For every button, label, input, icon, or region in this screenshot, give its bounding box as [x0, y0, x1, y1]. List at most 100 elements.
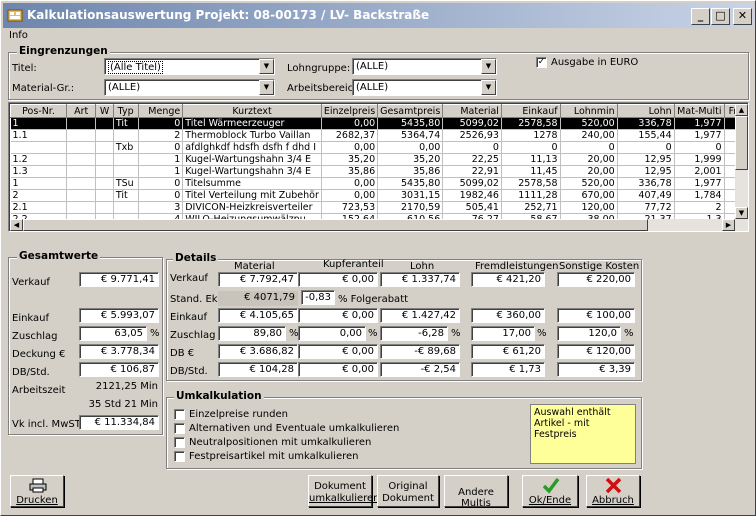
column-header[interactable]: W [95, 104, 114, 118]
table-row[interactable]: 1 TSu 0 Titelsumme 0,00 5435,80 5099,02 2578,58… [10, 177, 748, 190]
details-db-sonstige: € 120,00 [557, 344, 635, 359]
positions-table[interactable]: Pos-Nr. Art W Typ Menge Kurztext Einzelpreis Ge… [8, 102, 749, 232]
lohngruppe-label: Lohngruppe: [287, 63, 351, 74]
material-select[interactable]: (ALLE) ▼ [104, 79, 275, 96]
table-cell: Kugel-Wartungshahn 3/4 E [182, 165, 322, 178]
andere-label: Andere Multis [458, 487, 494, 509]
original-dokument-button[interactable]: Original Dokument [377, 475, 439, 507]
table-cell [66, 141, 97, 154]
close-button[interactable]: ✕ [733, 8, 752, 25]
table-cell: 0 [501, 141, 561, 154]
umkalk-group-label: Umkalkulation [174, 390, 264, 402]
table-row[interactable]: 2.1 3 DIVICON-Heizkreisverteiler 723,53 2170… [10, 201, 748, 214]
main-window: Kalkulationsauswertung Projekt: 08-00173… [0, 0, 756, 516]
einzelpreise-runden-label: Einzelpreise runden [189, 409, 288, 420]
column-header[interactable]: Typ [112, 104, 139, 118]
gesamt-dbstd-value: € 106,87 [79, 362, 159, 377]
table-cell: 2578,58 [501, 117, 561, 130]
table-cell: afdlghkdf hdsfh dsfh f dhd I [182, 141, 322, 154]
table-row[interactable]: 2 Tit 0 Titel Verteilung mit Zubehör 0,00 303… [10, 189, 748, 202]
table-row[interactable]: 1.3 1 Kugel-Wartungshahn 3/4 E 35,86 35,86 22… [10, 165, 748, 178]
column-header[interactable]: Gesamtpreis [377, 104, 444, 118]
chevron-down-icon[interactable]: ▼ [481, 80, 496, 95]
ok-label: Ok/Ende [528, 495, 572, 506]
table-cell: 12,95 [617, 165, 675, 178]
table-cell [66, 201, 97, 214]
table-cell: 3 [138, 201, 184, 214]
alternativen-checkbox[interactable] [174, 423, 185, 434]
minimize-button[interactable]: _ [691, 8, 710, 25]
details-row-stand-ek: Stand. Ek [170, 294, 218, 305]
chevron-down-icon[interactable]: ▼ [259, 59, 274, 74]
table-cell: 120,00 [560, 201, 618, 214]
details-row-zuschlag: Zuschlag [170, 330, 216, 341]
table-row[interactable]: 1.1 2 Thermoblock Turbo Vaillan 2682,37 5364… [10, 129, 748, 142]
drucken-button[interactable]: Drucken [10, 475, 64, 507]
arbeitsbereich-select[interactable]: (ALLE) ▼ [352, 79, 497, 96]
table-cell: 35,86 [321, 165, 379, 178]
chevron-down-icon[interactable]: ▼ [259, 80, 274, 95]
column-header[interactable]: Material [442, 104, 502, 118]
scroll-left-icon[interactable]: ◀ [10, 219, 23, 231]
details-verkauf-fremd: € 421,20 [471, 272, 545, 287]
table-cell: 723,53 [321, 201, 379, 214]
column-header[interactable]: Art [66, 104, 97, 118]
ok-ende-button[interactable]: Ok/Ende [522, 475, 578, 507]
details-verkauf-material: € 7.792,47 [218, 272, 298, 287]
maximize-button[interactable]: □ [711, 8, 730, 25]
einzelpreise-runden-checkbox[interactable] [174, 409, 185, 420]
details-zuschlag-kupfer: 0,00 [298, 326, 366, 341]
abbruch-button[interactable]: Abbruch [586, 475, 640, 507]
column-header[interactable]: Pos-Nr. [9, 104, 68, 118]
table-cell [10, 141, 68, 154]
table-cell: 0 [138, 189, 184, 202]
table-cell: 0,00 [321, 141, 379, 154]
table-cell: 1.1 [10, 129, 68, 142]
dokument-umkalkulieren-button[interactable]: Dokument umkalkulieren [308, 475, 380, 507]
details-folgerabatt-value[interactable]: -0,83 [301, 290, 335, 305]
vertical-scrollbar[interactable]: ▲ ▼ [735, 104, 748, 231]
column-header[interactable]: Kurztext [182, 104, 322, 118]
lohngruppe-select[interactable]: (ALLE) ▼ [352, 58, 497, 75]
table-row[interactable]: 1 Tit 0 Titel Wärmeerzeuger 0,00 5435,80 5099,… [10, 117, 748, 130]
column-header[interactable]: Einkauf [500, 104, 561, 118]
column-header[interactable]: Einzelpreis [320, 104, 379, 118]
euro-checkbox[interactable]: ✓ [536, 57, 547, 68]
table-cell: 11,13 [501, 153, 561, 166]
scroll-up-icon[interactable]: ▲ [735, 104, 748, 116]
table-cell: 1,784 [674, 189, 725, 202]
details-zuschlag-lohn: -6,28 [380, 326, 448, 341]
table-row[interactable]: 1.2 1 Kugel-Wartungshahn 3/4 E 35,20 35,20 22… [10, 153, 748, 166]
festpreisartikel-checkbox[interactable] [174, 451, 185, 462]
printer-icon [29, 478, 47, 493]
horizontal-scrollbar[interactable]: ◀ ▶ [10, 219, 735, 231]
details-row-verkauf: Verkauf [170, 273, 208, 284]
scroll-down-icon[interactable]: ▼ [735, 207, 748, 219]
scroll-right-icon[interactable]: ▶ [722, 219, 735, 231]
column-header[interactable]: Lohnmin [559, 104, 618, 118]
table-cell: 520,00 [560, 177, 618, 190]
andere-multis-button[interactable]: Andere Multis [444, 475, 508, 509]
details-verkauf-sonstige: € 220,00 [557, 272, 635, 287]
chevron-down-icon[interactable]: ▼ [481, 59, 496, 74]
gesamt-arbeitszeit-min: 2121,25 Min [95, 381, 158, 392]
column-header[interactable]: Menge [137, 104, 184, 118]
menu-bar: Info [3, 29, 753, 44]
orig-line2: Dokument [382, 493, 434, 504]
table-cell: 0,00 [377, 141, 444, 154]
table-cell: 1,977 [674, 117, 725, 130]
details-zuschlag-material: 89,80 [218, 326, 286, 341]
column-header[interactable]: Mat-Multi [673, 104, 725, 118]
menu-info[interactable]: Info [9, 30, 28, 41]
table-row[interactable]: Txb 0 afdlghkdf hdsfh dsfh f dhd I 0,00 0,00… [10, 141, 748, 154]
details-dbstd-kupfer: € 0,00 [298, 362, 378, 377]
table-cell: TSu [113, 177, 139, 190]
horizontal-scroll-thumb[interactable] [23, 219, 648, 231]
table-cell: 1982,46 [442, 189, 502, 202]
table-cell [95, 153, 114, 166]
vertical-scroll-thumb[interactable] [735, 116, 748, 170]
details-db-kupfer: € 0,00 [298, 344, 378, 359]
neutralpositionen-checkbox[interactable] [174, 437, 185, 448]
column-header[interactable]: Lohn [616, 104, 675, 118]
titel-select[interactable]: (Alle Titel) ▼ [104, 58, 275, 75]
